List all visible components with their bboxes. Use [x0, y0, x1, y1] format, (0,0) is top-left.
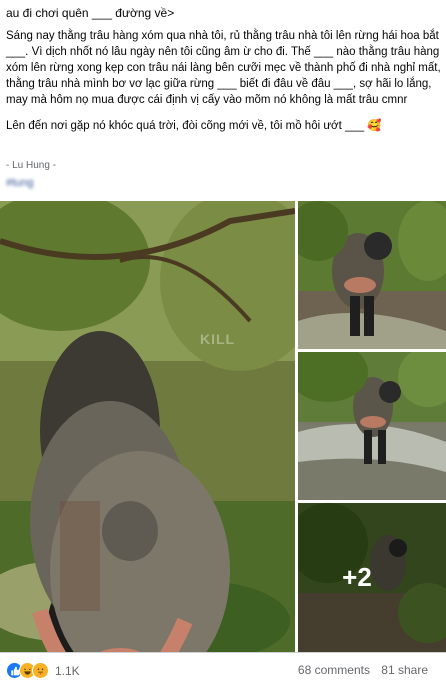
photo-2[interactable] [298, 201, 446, 349]
photo-3-image [298, 352, 446, 500]
care-icon [32, 662, 49, 679]
photo-main-image [0, 201, 295, 652]
post-paragraph-2: Lên đến nơi gặp nó khóc quá trời, đòi cõ… [6, 120, 382, 132]
more-photos-overlay[interactable]: +2 [298, 503, 446, 652]
post-footer: 1.1K 68 comments 81 share [0, 652, 446, 688]
photo-grid: KILL +2 [0, 201, 446, 652]
photo-2-image [298, 201, 446, 349]
photo-4-more[interactable]: +2 [298, 503, 446, 652]
comments-count[interactable]: 68 comments [298, 663, 370, 677]
photo-main[interactable]: KILL [0, 201, 295, 652]
post-header-link[interactable]: au đi chơi quên ___ đường về> [6, 6, 174, 20]
post-paragraph-1: Sáng nay thằng trâu hàng xóm qua nhà tôi… [6, 30, 441, 106]
reactions-summary[interactable]: 1.1K [6, 662, 80, 679]
photo-3[interactable] [298, 352, 446, 500]
engagement-stats: 68 comments 81 share [290, 663, 428, 677]
shares-count[interactable]: 81 share [381, 663, 428, 677]
more-photos-count: +2 [342, 562, 372, 592]
watermark-text: KILL [200, 331, 236, 347]
reaction-count: 1.1K [55, 663, 80, 678]
post-signature: - Lu Hung - [6, 160, 57, 171]
post-body: Sáng nay thằng trâu hàng xóm qua nhà tôi… [6, 28, 442, 144]
post-hashtag[interactable]: #tung [6, 177, 34, 189]
